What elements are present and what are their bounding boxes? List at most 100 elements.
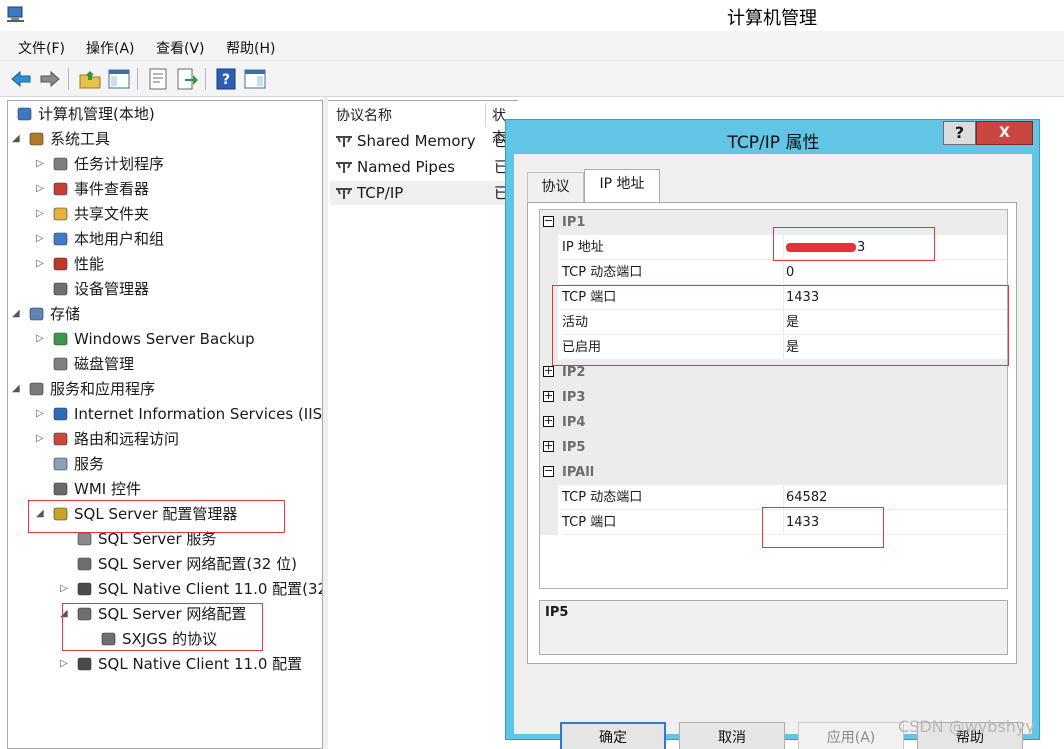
grid-property[interactable]: TCP 动态端口 64582 [540, 485, 1007, 510]
expand-arrow-icon[interactable]: ▷ [36, 403, 46, 425]
grid-property[interactable]: TCP 端口 1433 [540, 285, 1007, 310]
protocol-icon [336, 188, 352, 199]
protocol-name: Named Pipes [357, 158, 455, 176]
column-separator[interactable] [485, 103, 486, 127]
ok-button[interactable]: 确定 [560, 722, 666, 749]
property-value[interactable]: 3 [783, 235, 1007, 260]
grid-property[interactable]: 活动是 [540, 310, 1007, 335]
back-icon[interactable] [9, 67, 33, 91]
tab-protocol[interactable]: 协议 [527, 172, 584, 202]
grid-property[interactable]: IP 地址 3 [540, 235, 1007, 260]
expand-arrow-icon[interactable]: ▷ [36, 203, 46, 225]
menu-action[interactable]: 操作(A) [86, 38, 135, 58]
protocol-row[interactable]: TCP/IP 已 [330, 181, 518, 205]
collapse-icon[interactable]: − [543, 215, 554, 227]
export-icon[interactable] [175, 67, 199, 91]
tree-node[interactable]: ▷ 本地用户和组 [8, 228, 322, 250]
grid-category[interactable]: − IP1 [540, 210, 1007, 235]
collapse-arrow-icon[interactable]: ◢ [36, 503, 46, 525]
property-grid[interactable]: − IP1 IP 地址 3 TCP 动态端口 0 TCP 端口 1433 活动是已启用是 + IP2… [539, 209, 1008, 589]
expand-icon[interactable]: + [543, 440, 554, 452]
properties-icon[interactable] [146, 67, 170, 91]
tree-node[interactable]: WMI 控件 [8, 478, 322, 500]
grid-category[interactable]: − IPAll [540, 460, 1007, 485]
property-value[interactable]: 是 [783, 310, 1007, 335]
grid-category[interactable]: + IP5 [540, 435, 1007, 460]
collapse-icon[interactable]: − [543, 465, 554, 477]
property-value[interactable]: 1433 [783, 285, 1007, 310]
apply-button[interactable]: 应用(A) [798, 722, 904, 749]
tree-node[interactable]: SQL Server 网络配置(32 位) [8, 553, 322, 575]
grid-category[interactable]: + IP3 [540, 385, 1007, 410]
forward-icon[interactable] [38, 67, 62, 91]
tree-node[interactable]: ▷ 路由和远程访问 [8, 428, 322, 450]
tree-node[interactable]: ▷ Internet Information Services (IIS [8, 403, 322, 425]
property-value[interactable]: 是 [783, 335, 1007, 360]
tree-node[interactable]: ◢ 存储 [8, 303, 322, 325]
tree-node-label: WMI 控件 [74, 480, 141, 498]
console-tree[interactable]: 计算机管理(本地) ◢ 系统工具 ▷ 任务计划程序 ▷ 事件查看器 ▷ 共享文件夹 ▷ 本地用户和组… [7, 100, 323, 749]
tab-ip-addresses[interactable]: IP 地址 [584, 169, 660, 203]
up-folder-icon[interactable] [78, 67, 102, 91]
expand-icon[interactable]: + [543, 390, 554, 402]
collapse-arrow-icon[interactable]: ◢ [12, 378, 22, 400]
tree-node[interactable]: ▷ 性能 [8, 253, 322, 275]
property-name: 已启用 [562, 335, 782, 360]
tree-node-label: 本地用户和组 [74, 230, 165, 248]
protocol-row[interactable]: Named Pipes 已 [330, 155, 518, 179]
collapse-arrow-icon[interactable]: ◢ [12, 128, 22, 150]
tree-node[interactable]: SXJGS 的协议 [8, 628, 322, 650]
tree-node[interactable]: 磁盘管理 [8, 353, 322, 375]
tree-node[interactable]: 设备管理器 [8, 278, 322, 300]
grid-property[interactable]: 已启用是 [540, 335, 1007, 360]
dialog-close-button[interactable]: X [976, 121, 1033, 145]
expand-arrow-icon[interactable]: ▷ [36, 328, 46, 350]
property-value[interactable]: 0 [783, 260, 1007, 285]
menu-file[interactable]: 文件(F) [18, 38, 65, 58]
expand-arrow-icon[interactable]: ▷ [36, 253, 46, 275]
expand-icon[interactable]: + [543, 365, 554, 377]
property-value[interactable]: 64582 [783, 485, 1007, 510]
grid-property[interactable]: TCP 动态端口 0 [540, 260, 1007, 285]
tree-node[interactable]: 计算机管理(本地) [8, 103, 322, 125]
tree-node-label: SQL Server 服务 [98, 530, 217, 548]
expand-arrow-icon[interactable]: ▷ [60, 653, 70, 675]
collapse-arrow-icon[interactable]: ◢ [12, 303, 22, 325]
grid-category[interactable]: + IP2 [540, 360, 1007, 385]
expand-arrow-icon[interactable]: ▷ [36, 428, 46, 450]
tree-node[interactable]: ▷ 任务计划程序 [8, 153, 322, 175]
help-icon[interactable]: ? [214, 67, 238, 91]
tree-node[interactable]: ▷ 事件查看器 [8, 178, 322, 200]
menu-view[interactable]: 查看(V) [156, 38, 205, 58]
tree-node[interactable]: ◢ 服务和应用程序 [8, 378, 322, 400]
grid-category[interactable]: + IP4 [540, 410, 1007, 435]
menu-help[interactable]: 帮助(H) [226, 38, 275, 58]
tree-node[interactable]: ◢ SQL Server 配置管理器 [8, 503, 322, 525]
tree-node[interactable]: ▷ SQL Native Client 11.0 配置(32 [8, 578, 322, 600]
expand-arrow-icon[interactable]: ▷ [36, 228, 46, 250]
protocol-row[interactable]: Shared Memory 已 [330, 129, 518, 153]
tree-node[interactable]: ▷ SQL Native Client 11.0 配置 [8, 653, 322, 675]
property-value[interactable]: 1433 [783, 510, 1007, 535]
category-label: IP1 [562, 215, 586, 230]
collapse-arrow-icon[interactable]: ◢ [60, 603, 70, 625]
expand-icon[interactable]: + [543, 415, 554, 427]
menu-bar: 文件(F) 操作(A) 查看(V) 帮助(H) [0, 31, 1064, 61]
expand-arrow-icon[interactable]: ▷ [60, 578, 70, 600]
column-header-protocol-name[interactable]: 协议名称 [336, 105, 392, 127]
protocol-list[interactable]: 协议名称 状态 Shared Memory 已 Named Pipes 已 TCP/IP… [328, 100, 518, 749]
tree-node[interactable]: SQL Server 服务 [8, 528, 322, 550]
expand-arrow-icon[interactable]: ▷ [36, 153, 46, 175]
tree-node[interactable]: 服务 [8, 453, 322, 475]
dialog-help-button[interactable]: ? [943, 121, 976, 145]
grid-property[interactable]: TCP 端口 1433 [540, 510, 1007, 535]
tree-node[interactable]: ◢ SQL Server 网络配置 [8, 603, 322, 625]
tree-node[interactable]: ◢ 系统工具 [8, 128, 322, 150]
cancel-button[interactable]: 取消 [679, 722, 785, 749]
expand-arrow-icon[interactable]: ▷ [36, 178, 46, 200]
show-tree-icon[interactable] [107, 67, 131, 91]
tree-node[interactable]: ▷ 共享文件夹 [8, 203, 322, 225]
tree-node-label: 性能 [74, 255, 105, 273]
tree-node[interactable]: ▷ Windows Server Backup [8, 328, 322, 350]
console-icon[interactable] [243, 67, 267, 91]
